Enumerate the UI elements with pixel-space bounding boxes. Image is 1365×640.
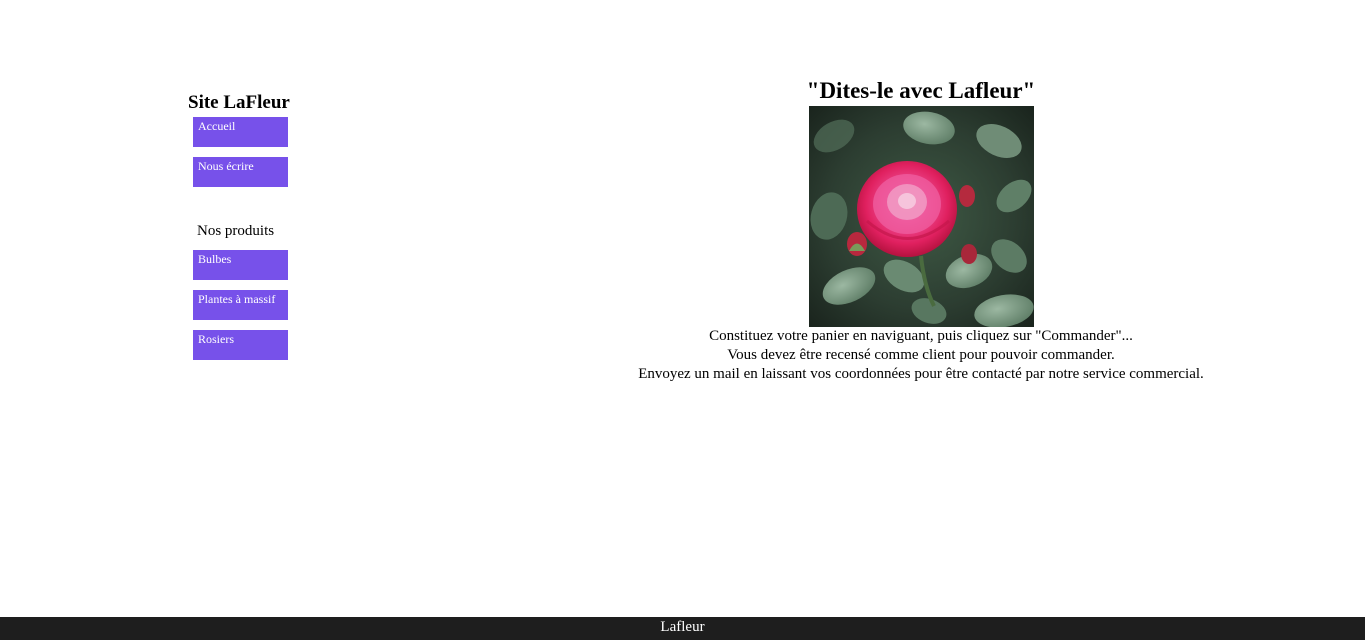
main-content: "Dites-le avec Lafleur" Constituez votre… <box>476 76 1365 384</box>
info-line-client: Vous devez être recensé comme client pou… <box>727 347 1115 363</box>
menu-button-nous-ecrire[interactable]: Nous écrire <box>193 157 288 187</box>
page: Site LaFleur Accueil Nous écrire Nos pro… <box>0 0 1365 640</box>
info-line-mail: Envoyez un mail en laissant vos coordonn… <box>638 366 1204 382</box>
menu-button-plantes-a-massif[interactable]: Plantes à massif <box>193 290 288 320</box>
menu-button-rosiers[interactable]: Rosiers <box>193 330 288 360</box>
menu-button-accueil[interactable]: Accueil <box>193 117 288 147</box>
info-line-panier: Constituez votre panier en naviguant, pu… <box>709 328 1133 344</box>
slogan-heading: "Dites-le avec Lafleur" <box>806 78 1036 103</box>
menu-button-bulbes[interactable]: Bulbes <box>193 250 288 280</box>
rose-photo <box>808 106 1034 327</box>
site-title: Site LaFleur <box>188 92 290 113</box>
footer: Lafleur <box>0 617 1365 640</box>
products-heading: Nos produits <box>197 223 275 239</box>
